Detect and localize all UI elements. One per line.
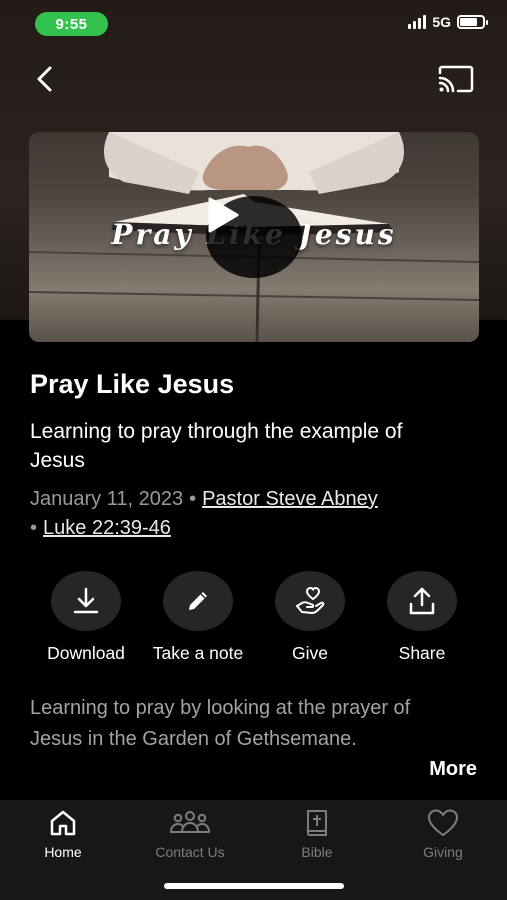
home-indicator — [164, 883, 344, 889]
status-bar: 9:55 5G — [0, 0, 507, 46]
battery-level — [460, 18, 477, 26]
share-label: Share — [398, 643, 446, 663]
share-icon — [409, 587, 435, 615]
tab-bible[interactable]: Bible — [257, 808, 377, 860]
take-note-label: Take a note — [152, 643, 244, 663]
give-button[interactable]: Give — [250, 571, 370, 664]
tab-home-label: Home — [44, 844, 82, 860]
sermon-title: Pray Like Jesus — [30, 369, 235, 399]
tab-giving[interactable]: Giving — [383, 808, 503, 860]
tab-giving-label: Giving — [423, 844, 463, 860]
download-label: Download — [47, 643, 125, 663]
signal-icon — [408, 15, 427, 29]
people-icon — [170, 811, 210, 833]
give-label: Give — [292, 643, 328, 663]
heart-icon — [428, 809, 458, 836]
share-button[interactable]: Share — [362, 571, 482, 664]
status-indicators: 5G — [408, 14, 488, 30]
sermon-meta: January 11, 2023 • Pastor Steve Abney • Luk… — [30, 488, 378, 539]
tab-bible-label: Bible — [301, 844, 333, 860]
status-time: 9:55 — [35, 12, 108, 36]
cast-icon[interactable] — [437, 64, 475, 94]
download-icon — [73, 587, 99, 614]
sermon-subtitle: Learning to pray through the example of … — [30, 420, 403, 472]
sermon-description: Learning to pray by looking at the praye… — [30, 697, 411, 750]
home-icon — [50, 810, 76, 836]
bible-icon — [307, 810, 327, 836]
pencil-icon — [189, 592, 207, 610]
scripture-link[interactable]: Luke 22:39-46 — [43, 517, 171, 539]
sermon-date: January 11, 2023 — [30, 488, 184, 510]
download-button[interactable]: Download — [26, 571, 146, 664]
video-thumbnail[interactable]: Pray Like Jesus — [29, 132, 479, 342]
battery-icon — [457, 15, 488, 29]
take-note-button[interactable]: Take a note — [138, 571, 258, 664]
more-button[interactable]: More — [429, 758, 477, 781]
network-label: 5G — [432, 14, 451, 30]
give-hand-heart-icon — [296, 586, 325, 614]
tab-contact-us[interactable]: Contact Us — [130, 808, 250, 860]
play-icon — [208, 197, 239, 233]
tab-contact-us-label: Contact Us — [155, 844, 225, 860]
tab-home[interactable]: Home — [3, 808, 123, 860]
play-button[interactable] — [206, 196, 302, 278]
speaker-link[interactable]: Pastor Steve Abney — [202, 488, 378, 510]
chevron-left-icon[interactable] — [28, 62, 62, 96]
